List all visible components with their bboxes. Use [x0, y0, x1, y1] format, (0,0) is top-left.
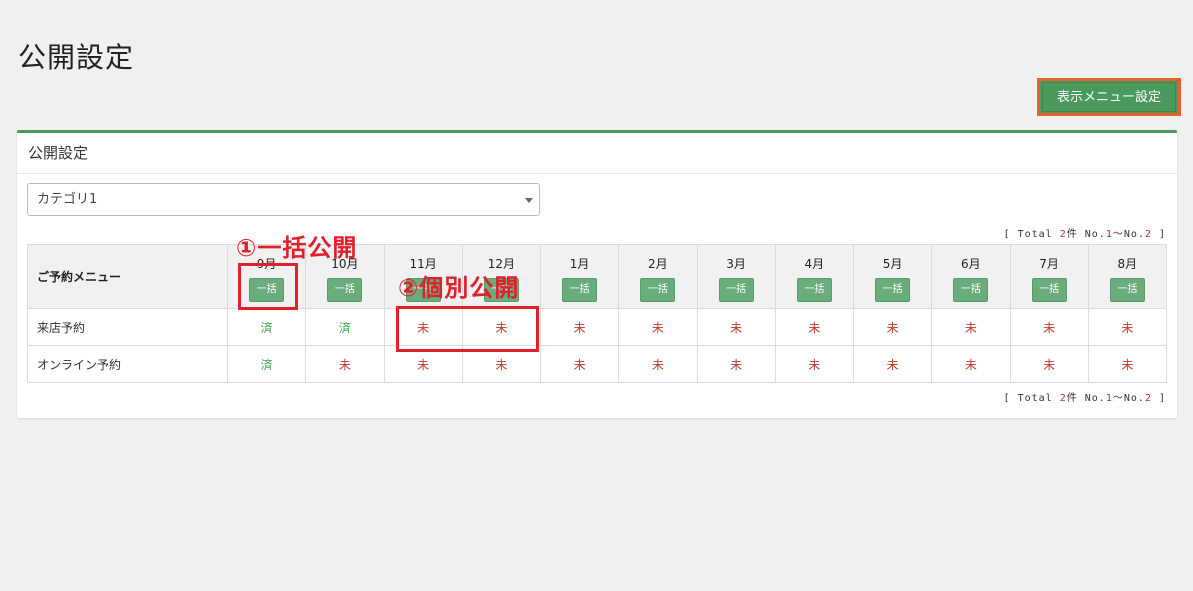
- menu-name: オンライン予約: [27, 345, 228, 383]
- publish-status-cell[interactable]: 未: [618, 345, 698, 383]
- table-header-row: ご予約メニュー 9月 一括 10月 一括 11月 一括 12月 一括 1月 一括 2月 一括 3月 一括 4…: [27, 244, 1168, 309]
- month-header: 8月一括: [1087, 244, 1168, 309]
- publish-status-cell[interactable]: 未: [461, 308, 542, 346]
- bulk-publish-button[interactable]: 一括: [640, 278, 676, 302]
- publish-status: 未: [886, 357, 899, 372]
- month-header: 1月一括: [539, 244, 620, 309]
- publish-status-cell[interactable]: 未: [696, 308, 776, 346]
- publish-status-cell[interactable]: 未: [461, 345, 542, 383]
- menu-column-header: ご予約メニュー: [27, 244, 228, 309]
- publish-status: 未: [1043, 357, 1056, 372]
- month-header: 2月一括: [618, 244, 698, 309]
- month-label: 2月: [648, 257, 668, 271]
- month-label: 6月: [961, 257, 981, 271]
- display-menu-settings-label: 表示メニュー設定: [1042, 82, 1176, 112]
- publish-status-cell[interactable]: 未: [852, 345, 933, 383]
- publish-status-cell[interactable]: 未: [1087, 345, 1168, 383]
- publish-status-cell[interactable]: 未: [539, 345, 620, 383]
- publish-status: 未: [573, 320, 586, 335]
- category-select-value: カテゴリ1: [37, 192, 98, 207]
- bulk-publish-button[interactable]: 一括: [718, 278, 754, 302]
- table-row: オンライン予約 済 未 未 未 未 未 未 未 未 未 未 未: [27, 345, 1168, 383]
- publish-status: 未: [808, 320, 821, 335]
- publish-status-cell[interactable]: 未: [539, 308, 620, 346]
- bulk-publish-button[interactable]: 一括: [249, 278, 285, 302]
- chevron-down-icon: [525, 198, 533, 203]
- publish-status-cell[interactable]: 未: [696, 345, 776, 383]
- publish-status-cell[interactable]: 未: [931, 345, 1011, 383]
- publish-status: 未: [573, 357, 586, 372]
- category-select[interactable]: カテゴリ1: [27, 183, 540, 216]
- publish-status: 未: [1043, 320, 1056, 335]
- publish-status-cell[interactable]: 未: [852, 308, 933, 346]
- publish-status: 済: [338, 320, 351, 335]
- publish-status-cell[interactable]: 未: [1087, 308, 1168, 346]
- bulk-annotation-label: ①一括公開: [236, 234, 358, 262]
- bulk-publish-button[interactable]: 一括: [562, 278, 598, 302]
- publish-status: 未: [338, 357, 351, 372]
- publish-status-cell[interactable]: 済: [226, 345, 307, 383]
- publish-settings-panel: 公開設定 カテゴリ1 [ Total 2件 No.1～No.2 ] ご予約メニュ…: [17, 130, 1177, 418]
- total-count-bottom: [ Total 2件 No.1～No.2 ]: [1003, 393, 1166, 404]
- menu-name: 来店予約: [27, 308, 228, 346]
- publish-status: 未: [417, 320, 430, 335]
- publish-status: 未: [730, 357, 743, 372]
- table-body: 来店予約済済未未未未未未未未未未オンライン予約済未未未未未未未未未未未: [27, 308, 1168, 383]
- bulk-publish-button[interactable]: 一括: [953, 278, 989, 302]
- publish-status-cell[interactable]: 未: [618, 308, 698, 346]
- month-label: 4月: [804, 257, 825, 271]
- publish-status: 未: [495, 320, 508, 335]
- panel-title: 公開設定: [17, 133, 1177, 174]
- bulk-publish-button[interactable]: 一括: [796, 278, 832, 302]
- month-header: 6月一括: [931, 244, 1011, 309]
- publish-status: 未: [964, 357, 977, 372]
- publish-status-cell[interactable]: 未: [383, 345, 463, 383]
- publish-status-cell[interactable]: 未: [305, 345, 385, 383]
- month-label: 7月: [1039, 257, 1059, 271]
- month-header: 5月一括: [852, 244, 933, 309]
- publish-status-cell[interactable]: 未: [1009, 308, 1089, 346]
- bulk-publish-button[interactable]: 一括: [875, 278, 911, 302]
- publish-status-cell[interactable]: 未: [1009, 345, 1089, 383]
- month-label: 1月: [569, 257, 590, 271]
- bulk-publish-button[interactable]: 一括: [1109, 278, 1145, 302]
- publish-status: 済: [260, 320, 273, 335]
- publish-status: 未: [964, 320, 977, 335]
- individual-annotation-label: ②個別公開: [398, 274, 520, 302]
- publish-status-cell[interactable]: 未: [774, 308, 855, 346]
- page-title: 公開設定: [18, 41, 135, 74]
- bulk-publish-button[interactable]: 一括: [327, 278, 363, 302]
- publish-status: 未: [808, 357, 821, 372]
- publish-status: 未: [1121, 357, 1134, 372]
- publish-status: 未: [417, 357, 430, 372]
- month-header: 7月一括: [1009, 244, 1089, 309]
- table-row: 来店予約 済 済 未 未 未 未 未 未 未 未 未 未: [27, 308, 1168, 346]
- publish-table: ご予約メニュー 9月 一括 10月 一括 11月 一括 12月 一括 1月 一括 2月 一括 3月 一括 4…: [27, 244, 1168, 383]
- publish-status: 未: [495, 357, 508, 372]
- bulk-publish-button[interactable]: 一括: [1031, 278, 1067, 302]
- display-menu-settings-button[interactable]: 表示メニュー設定: [1037, 78, 1181, 116]
- publish-status-cell[interactable]: 済: [226, 308, 307, 346]
- publish-status-cell[interactable]: 未: [383, 308, 463, 346]
- publish-status-cell[interactable]: 済: [305, 308, 385, 346]
- month-header: 4月一括: [774, 244, 855, 309]
- month-label: 3月: [726, 257, 746, 271]
- month-header: 3月一括: [696, 244, 776, 309]
- publish-status: 未: [886, 320, 899, 335]
- month-label: 5月: [882, 257, 903, 271]
- month-label: 8月: [1117, 257, 1138, 271]
- publish-status-cell[interactable]: 未: [774, 345, 855, 383]
- publish-status: 未: [1121, 320, 1134, 335]
- total-count-top: [ Total 2件 No.1～No.2 ]: [1003, 229, 1166, 240]
- publish-status-cell[interactable]: 未: [931, 308, 1011, 346]
- publish-status: 未: [651, 320, 664, 335]
- publish-status: 未: [651, 357, 664, 372]
- publish-status: 済: [260, 357, 273, 372]
- publish-status: 未: [730, 320, 743, 335]
